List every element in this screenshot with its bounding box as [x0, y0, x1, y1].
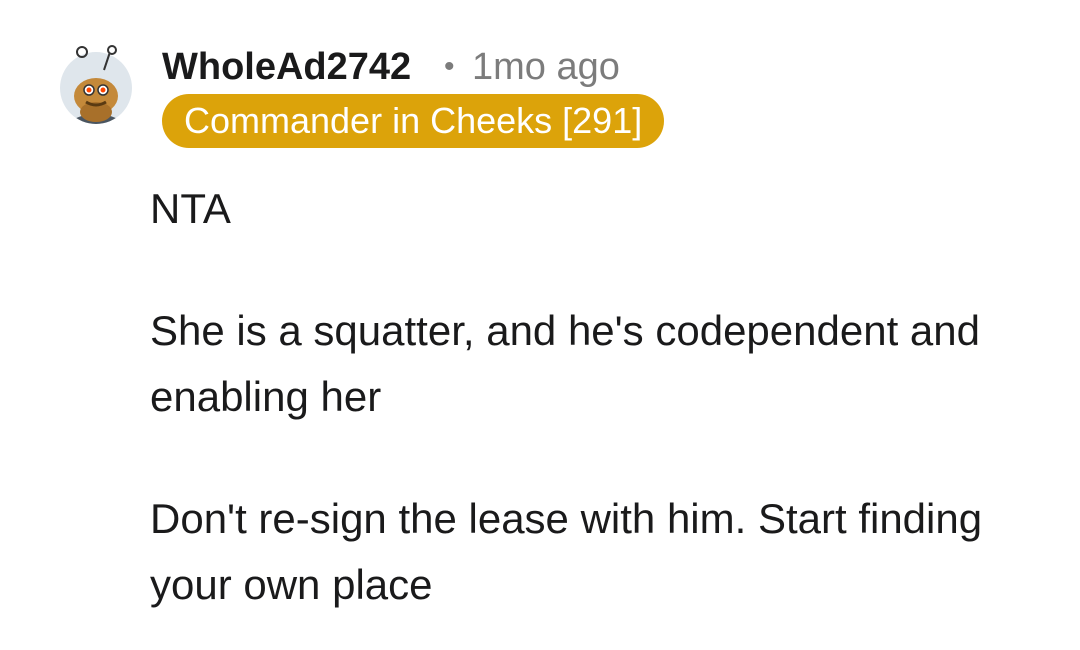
user-flair-badge: Commander in Cheeks [291]	[162, 94, 665, 148]
comment-timestamp: 1mo ago	[472, 46, 620, 88]
comment-paragraph: Don't re-sign the lease with him. Start …	[150, 495, 983, 608]
comment-paragraph: NTA	[150, 185, 231, 232]
comment-paragraph: She is a squatter, and he's codependent …	[150, 307, 980, 420]
user-avatar[interactable]	[56, 42, 138, 126]
comment: WholeAd2742 • 1mo ago Commander in Cheek…	[0, 0, 1080, 650]
meta-separator: •	[444, 50, 455, 83]
snoo-avatar-icon	[60, 45, 132, 124]
username-link[interactable]: WholeAd2742	[162, 44, 411, 90]
